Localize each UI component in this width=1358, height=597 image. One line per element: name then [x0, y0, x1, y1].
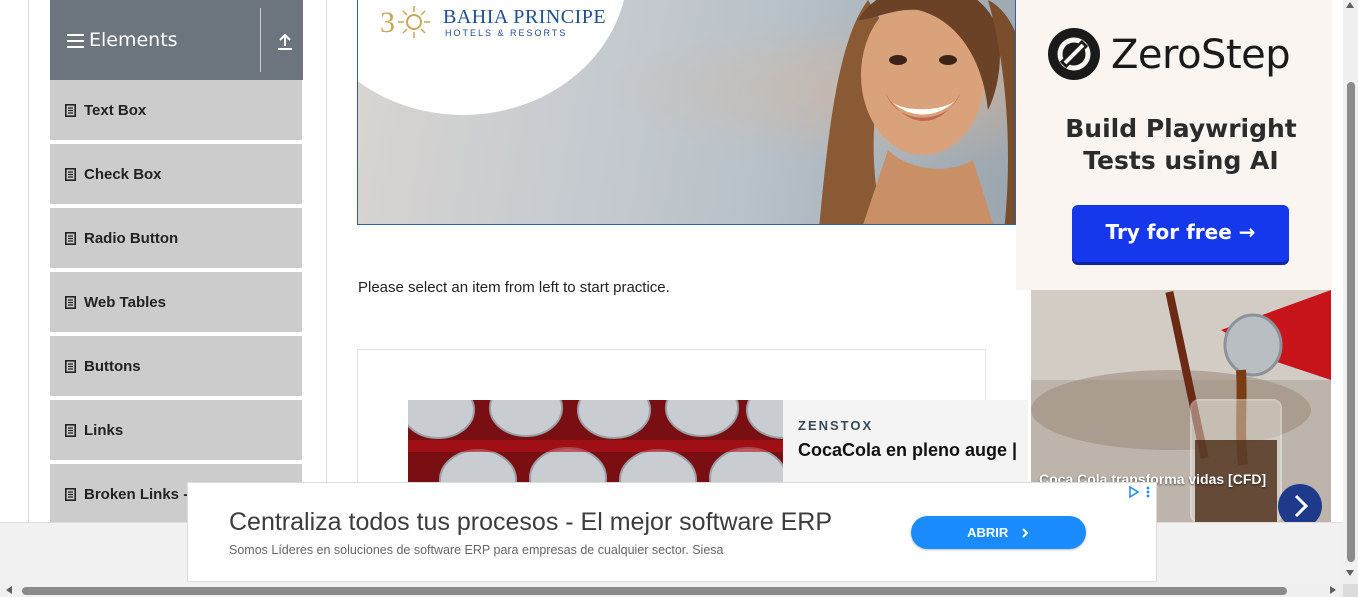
menu-icon	[67, 34, 84, 48]
practice-instructions: Please select an item from left to start…	[358, 279, 670, 296]
scrollbar-corner	[1343, 584, 1358, 597]
try-for-free-button[interactable]: Try for free →	[1072, 205, 1289, 262]
sidebar: Elements Text Box Check Box Radio Button…	[50, 0, 303, 522]
sidebar-item-label: Buttons	[84, 358, 141, 375]
document-icon	[65, 424, 76, 437]
header-divider	[260, 8, 261, 72]
scroll-left-icon[interactable]	[6, 586, 12, 594]
document-icon	[65, 104, 76, 117]
sidebar-item-label: Web Tables	[84, 294, 166, 311]
document-icon	[65, 296, 76, 309]
bahia-principe-logo-icon: 3	[380, 6, 430, 39]
sidebar-item-radio-button[interactable]: Radio Button	[50, 208, 302, 270]
zerostep-ad[interactable]: ZeroStep Build Playwright Tests using AI…	[1016, 0, 1332, 290]
zerostep-tagline: Build Playwright Tests using AI	[1065, 114, 1297, 175]
zerostep-logo-text: ZeroStep	[1111, 32, 1291, 78]
ad-photo	[819, 0, 1015, 224]
ad-headline[interactable]: CocaCola en pleno auge |	[798, 440, 1017, 461]
scroll-up-icon[interactable]	[1346, 2, 1354, 8]
adchoices-icon[interactable]	[1128, 485, 1154, 499]
svg-text:3: 3	[380, 6, 395, 39]
elements-group-header[interactable]: Elements	[50, 0, 303, 80]
vertical-scroll-thumb[interactable]	[1347, 82, 1355, 562]
sidebar-item-links[interactable]: Links	[50, 400, 302, 462]
hotel-brand-subtitle: HOTELS & RESORTS	[445, 28, 568, 38]
sidebar-item-label: Links	[84, 422, 124, 439]
document-icon	[65, 168, 76, 181]
sidebar-item-label: Broken Links -	[84, 486, 189, 503]
abrir-button[interactable]: ABRIR	[911, 516, 1086, 549]
hotel-ad-banner[interactable]: 3 BAHIA PRINCIPE HOTELS & RESORTS	[357, 0, 1016, 225]
content-border	[326, 0, 327, 522]
scroll-down-icon[interactable]	[1346, 570, 1354, 576]
sidebar-item-buttons[interactable]: Buttons	[50, 336, 302, 398]
page: Elements Text Box Check Box Radio Button…	[0, 0, 1358, 597]
sidebar-item-check-box[interactable]: Check Box	[50, 144, 302, 206]
erp-ad-description: Somos Líderes en soluciones de software …	[229, 543, 724, 557]
document-icon	[65, 488, 76, 501]
next-ad-button[interactable]	[1278, 484, 1322, 522]
sidebar-item-label: Text Box	[84, 102, 147, 119]
sidebar-item-label: Check Box	[84, 166, 162, 183]
sidebar-item-text-box[interactable]: Text Box	[50, 80, 302, 142]
vertical-scrollbar[interactable]	[1343, 0, 1358, 584]
document-icon	[65, 360, 76, 373]
group-title: Elements	[89, 29, 178, 51]
sidebar-item-label: Radio Button	[84, 230, 179, 247]
document-icon	[65, 232, 76, 245]
abrir-button-label: ABRIR	[967, 525, 1009, 540]
horizontal-scroll-thumb[interactable]	[22, 587, 1287, 595]
horizontal-scrollbar[interactable]	[0, 584, 1343, 597]
zerostep-logo-icon	[1048, 28, 1100, 80]
chevron-right-icon	[1022, 528, 1029, 538]
ad-source: ZENSTOX	[798, 418, 874, 433]
left-border	[28, 0, 29, 522]
hotel-brand-name: BAHIA PRINCIPE	[443, 6, 607, 28]
collapse-up-icon[interactable]	[275, 32, 295, 52]
sidebar-item-web-tables[interactable]: Web Tables	[50, 272, 302, 334]
scroll-right-icon[interactable]	[1330, 586, 1336, 594]
erp-ad-headline[interactable]: Centraliza todos tus procesos - El mejor…	[229, 508, 832, 537]
chevron-right-icon	[1294, 494, 1309, 518]
erp-ad-banner[interactable]: Centraliza todos tus procesos - El mejor…	[187, 482, 1157, 582]
